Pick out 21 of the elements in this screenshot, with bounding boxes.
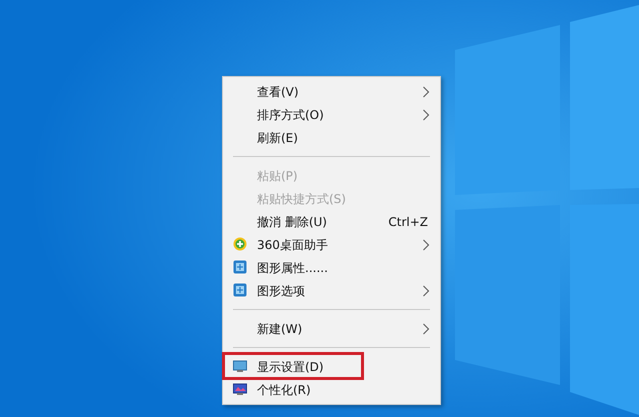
menu-item[interactable]: 图形属性......: [223, 256, 440, 279]
menu-item[interactable]: 图形选项: [223, 279, 440, 302]
menu-item[interactable]: 显示设置(D): [223, 355, 440, 378]
chevron-right-icon: [422, 322, 430, 334]
menu-item[interactable]: 排序方式(O): [223, 103, 440, 126]
graphics-icon: [233, 260, 247, 274]
shortcut-label: Ctrl+Z: [388, 214, 428, 230]
colorful-monitor-icon: [233, 382, 247, 396]
graphics-icon: [233, 283, 247, 297]
monitor-icon: [233, 359, 247, 373]
plus-circle-icon: [233, 237, 247, 251]
menu-item[interactable]: 刷新(E): [223, 126, 440, 149]
menu-item[interactable]: 个性化(R): [223, 378, 440, 401]
menu-item[interactable]: 360桌面助手: [223, 233, 440, 256]
menu-item[interactable]: 新建(W): [223, 317, 440, 340]
chevron-right-icon: [422, 284, 430, 296]
chevron-right-icon: [422, 108, 430, 120]
chevron-right-icon: [422, 238, 430, 250]
menu-item[interactable]: 撤消 删除(U) Ctrl+Z: [223, 210, 440, 233]
menu-item[interactable]: 查看(V): [223, 80, 440, 103]
chevron-right-icon: [422, 86, 430, 98]
